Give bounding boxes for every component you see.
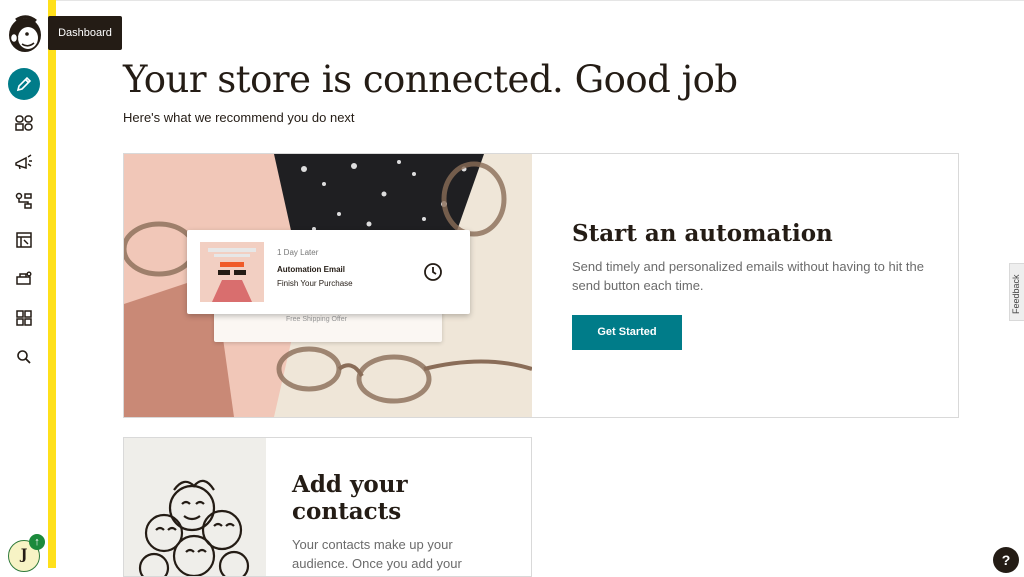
audience-icon [15, 115, 33, 131]
clock-icon [424, 263, 442, 281]
grid-icon [16, 310, 32, 326]
feedback-label: Feedback [1011, 274, 1021, 314]
sidebar-item-website[interactable] [8, 224, 40, 256]
integrations-icon [16, 271, 32, 285]
email-thumbnail [200, 242, 264, 302]
automation-flow-icon [15, 192, 32, 209]
sidebar-accent-stripe [48, 0, 56, 568]
top-divider [56, 0, 1024, 1]
sidebar-item-search[interactable] [8, 341, 40, 373]
automation-card-description: Send timely and personalized emails with… [572, 259, 924, 293]
sidebar-item-integrations[interactable] [8, 263, 40, 295]
automation-card: Free Shipping Offer 1 Day Later Automati… [123, 153, 959, 418]
automation-card-content: Start an automation Send timely and pers… [572, 220, 932, 350]
pencil-icon [16, 76, 32, 92]
contacts-card-content: Add your contacts Your contacts make up … [292, 471, 502, 576]
email-subject-label: Finish Your Purchase [277, 279, 353, 288]
automation-email-preview: 1 Day Later Automation Email Finish Your… [187, 230, 470, 314]
contacts-card-description: Your contacts make up your audience. Onc… [292, 537, 469, 576]
upgrade-badge-icon[interactable]: ↑ [29, 534, 45, 550]
dashboard-tooltip: Dashboard [48, 16, 122, 50]
sidebar-item-content[interactable] [8, 302, 40, 334]
sidebar: J ↑ [0, 0, 50, 572]
feedback-tab[interactable]: Feedback [1009, 263, 1024, 321]
contacts-card-title: Add your contacts [292, 471, 408, 525]
sidebar-item-audience[interactable] [8, 107, 40, 139]
website-icon [16, 232, 32, 248]
sidebar-item-campaigns[interactable] [8, 146, 40, 178]
contacts-card: Add your contacts Your contacts make up … [123, 437, 532, 577]
delay-label: 1 Day Later [277, 248, 319, 257]
email-type-label: Automation Email [277, 265, 346, 274]
sidebar-item-create[interactable] [8, 68, 40, 100]
help-button[interactable]: ? [993, 547, 1019, 573]
automation-illustration: Free Shipping Offer 1 Day Later Automati… [124, 154, 532, 417]
get-started-button[interactable]: Get Started [572, 315, 682, 350]
page-title: Your store is connected. Good job [123, 58, 738, 101]
sidebar-item-automations[interactable] [8, 185, 40, 217]
page-subtitle: Here's what we recommend you do next [123, 110, 355, 125]
search-icon [17, 350, 31, 364]
free-shipping-label: Free Shipping Offer [286, 316, 347, 323]
automation-card-title: Start an automation [572, 220, 833, 247]
contacts-illustration [124, 438, 266, 576]
sidebar-nav [8, 68, 42, 380]
mailchimp-logo-icon[interactable] [6, 14, 44, 54]
megaphone-icon [15, 154, 32, 170]
